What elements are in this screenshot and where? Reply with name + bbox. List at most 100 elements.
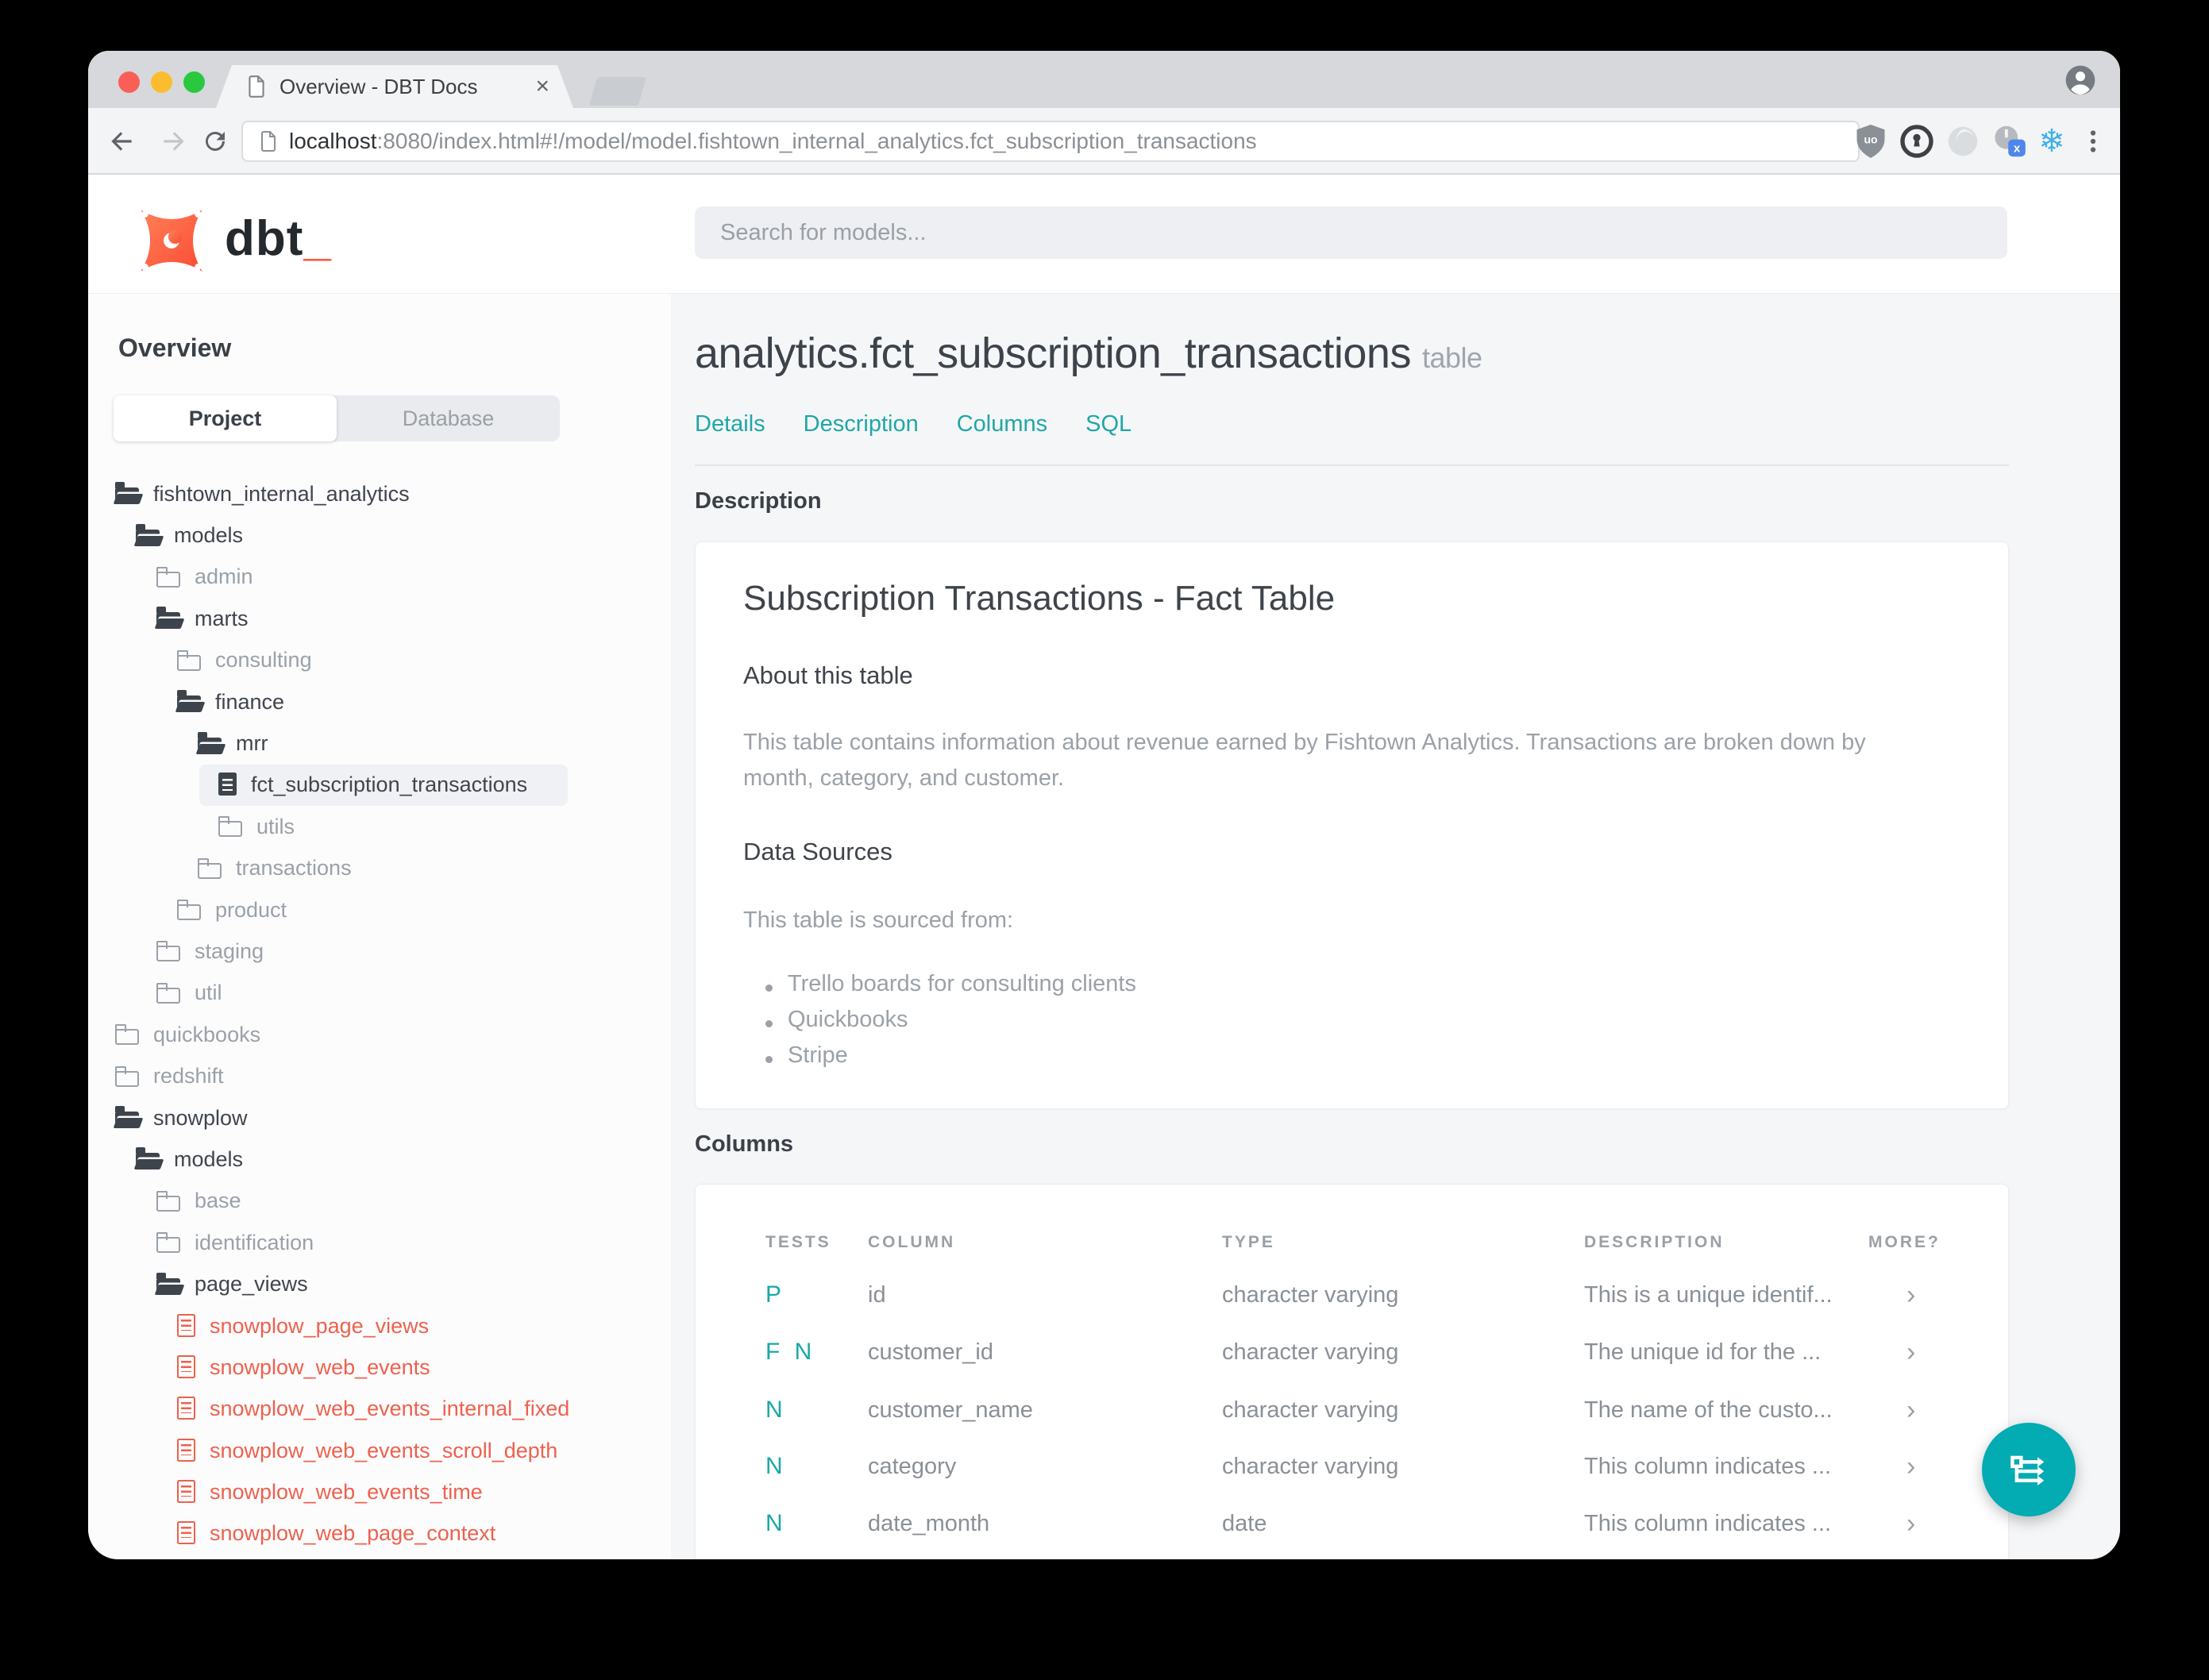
- tree-item-identification[interactable]: identification: [88, 1222, 671, 1263]
- col-header-more: MORE?: [1868, 1233, 1941, 1251]
- reload-button[interactable]: [199, 125, 231, 157]
- nav-description[interactable]: Description: [804, 411, 919, 437]
- tree-item-util[interactable]: util: [88, 973, 671, 1014]
- browser-tab[interactable]: Overview - DBT Docs ×: [216, 65, 573, 108]
- tab-database[interactable]: Database: [337, 395, 560, 441]
- tree-item-product[interactable]: product: [88, 889, 671, 931]
- tree-item-quickbooks[interactable]: quickbooks: [88, 1014, 671, 1055]
- column-description: This is a unique identif...: [1584, 1282, 1833, 1308]
- page-icon: [261, 131, 276, 152]
- tree-item-utils[interactable]: utils: [88, 806, 671, 847]
- data-sources-list: Trello boards for consulting clients Qui…: [765, 971, 1136, 1078]
- onepassword-icon[interactable]: [1898, 122, 1936, 160]
- browser-window: Overview - DBT Docs × localhost:8080/ind…: [88, 51, 2120, 1559]
- sidebar-view-switch: Project Database: [114, 395, 560, 441]
- expand-chevron-icon[interactable]: ›: [1868, 1394, 1976, 1426]
- expand-chevron-icon[interactable]: ›: [1868, 1279, 1976, 1311]
- tree-item-fct_subscription_transactions[interactable]: fct_subscription_transactions: [199, 764, 568, 807]
- tree-item-snowplow_web_events_scroll_depth[interactable]: snowplow_web_events_scroll_depth: [88, 1430, 671, 1471]
- new-tab-button[interactable]: [588, 77, 647, 106]
- folder-closed-icon: [156, 941, 180, 962]
- tab-project[interactable]: Project: [114, 395, 337, 441]
- folder-closed-icon: [156, 566, 180, 588]
- minimize-window-button[interactable]: [151, 71, 172, 93]
- dbt-logo[interactable]: dbt_: [136, 205, 332, 276]
- nav-details[interactable]: Details: [695, 411, 765, 437]
- tree-item-snowplow[interactable]: snowplow: [88, 1097, 671, 1139]
- tree-item-marts[interactable]: marts: [88, 598, 671, 639]
- folder-closed-icon: [176, 649, 201, 671]
- close-window-button[interactable]: [118, 71, 140, 93]
- dbt-app-header: dbt_: [88, 175, 2120, 294]
- dbt-logo-icon: [141, 210, 202, 272]
- tree-item-admin[interactable]: admin: [88, 557, 671, 598]
- zoom-window-button[interactable]: [183, 71, 205, 93]
- page-favicon-icon: [246, 75, 267, 98]
- tree-item-page_views[interactable]: page_views: [88, 1263, 671, 1304]
- column-type: character varying: [1222, 1454, 1399, 1479]
- folder-closed-icon: [114, 1065, 139, 1087]
- tree-item-snowplow-models[interactable]: models: [88, 1139, 671, 1180]
- col-header-type: TYPE: [1222, 1233, 1275, 1251]
- tab-title: Overview - DBT Docs: [279, 74, 478, 98]
- model-file-red-icon: [177, 1480, 195, 1504]
- loop-extension-icon[interactable]: [1944, 122, 1982, 160]
- table-row-date_month[interactable]: N date_month date This column indicates …: [765, 1508, 1976, 1539]
- tests-badge: N: [765, 1397, 787, 1423]
- tree-item-fishtown_internal_analytics[interactable]: fishtown_internal_analytics: [88, 473, 671, 514]
- table-row-category[interactable]: N category character varying This column…: [765, 1451, 1976, 1482]
- url-text: localhost:8080/index.html#!/model/model.…: [289, 129, 1257, 154]
- url-bar[interactable]: localhost:8080/index.html#!/model/model.…: [241, 121, 1860, 162]
- forward-arrow-icon: [164, 132, 184, 151]
- file-tree: fishtown_internal_analytics models admin…: [88, 473, 671, 1555]
- column-name: customer_name: [868, 1397, 1033, 1423]
- tree-item-redshift[interactable]: redshift: [88, 1055, 671, 1096]
- folder-open-icon: [198, 731, 222, 754]
- nav-columns[interactable]: Columns: [957, 411, 1047, 437]
- tree-item-snowplow_page_views[interactable]: snowplow_page_views: [88, 1305, 671, 1347]
- tree-item-base[interactable]: base: [88, 1181, 671, 1222]
- folder-closed-icon: [156, 1190, 180, 1212]
- snowflake-extension-icon[interactable]: ❄: [2033, 122, 2071, 160]
- search-input[interactable]: [695, 206, 2007, 259]
- reload-icon: [206, 132, 226, 152]
- nav-sql[interactable]: SQL: [1085, 411, 1131, 437]
- table-row-customer_id[interactable]: F N customer_id character varying The un…: [765, 1336, 1976, 1368]
- tree-item-mrr[interactable]: mrr: [88, 722, 671, 764]
- back-button[interactable]: [106, 125, 137, 157]
- tree-item-transactions[interactable]: transactions: [88, 848, 671, 889]
- tree-item-finance[interactable]: finance: [88, 681, 671, 722]
- column-type: date: [1222, 1511, 1267, 1536]
- tree-item-snowplow_web_events[interactable]: snowplow_web_events: [88, 1347, 671, 1388]
- tree-item-consulting[interactable]: consulting: [88, 640, 671, 681]
- url-host: localhost: [289, 129, 377, 153]
- tree-item-models[interactable]: models: [88, 514, 671, 556]
- tree-item-snowplow_web_page_context[interactable]: snowplow_web_page_context: [88, 1513, 671, 1555]
- column-name: date_month: [868, 1511, 990, 1536]
- tree-item-snowplow_web_events_internal_fixed[interactable]: snowplow_web_events_internal_fixed: [88, 1389, 671, 1430]
- browser-profile-avatar[interactable]: [2063, 63, 2098, 98]
- logo-underscore: _: [303, 211, 332, 266]
- power-extension-icon[interactable]: x: [1990, 122, 2028, 160]
- tree-item-staging[interactable]: staging: [88, 931, 671, 972]
- tab-close-icon[interactable]: ×: [535, 75, 549, 98]
- tree-item-snowplow_web_events_time[interactable]: snowplow_web_events_time: [88, 1471, 671, 1512]
- table-row-id[interactable]: P id character varying This is a unique …: [765, 1279, 1976, 1311]
- column-type: character varying: [1222, 1282, 1399, 1308]
- ublock-origin-icon[interactable]: uo: [1852, 122, 1890, 160]
- nav-divider: [695, 464, 2009, 466]
- forward-button[interactable]: [158, 125, 190, 157]
- sidebar-overview-link[interactable]: Overview: [118, 333, 231, 363]
- tests-badge: F N: [765, 1339, 816, 1365]
- expand-chevron-icon[interactable]: ›: [1868, 1336, 1976, 1368]
- lineage-graph-button[interactable]: [1982, 1423, 2076, 1516]
- expand-chevron-icon[interactable]: ›: [1868, 1451, 1976, 1482]
- folder-open-icon: [136, 1147, 160, 1170]
- column-description: This column indicates ...: [1584, 1454, 1832, 1479]
- folder-open-icon: [156, 607, 180, 630]
- expand-chevron-icon[interactable]: ›: [1868, 1508, 1976, 1539]
- svg-text:uo: uo: [1864, 133, 1877, 146]
- browser-menu-kebab-icon[interactable]: [2074, 122, 2112, 160]
- column-name: customer_id: [868, 1339, 993, 1365]
- table-row-customer_name[interactable]: N customer_name character varying The na…: [765, 1394, 1976, 1426]
